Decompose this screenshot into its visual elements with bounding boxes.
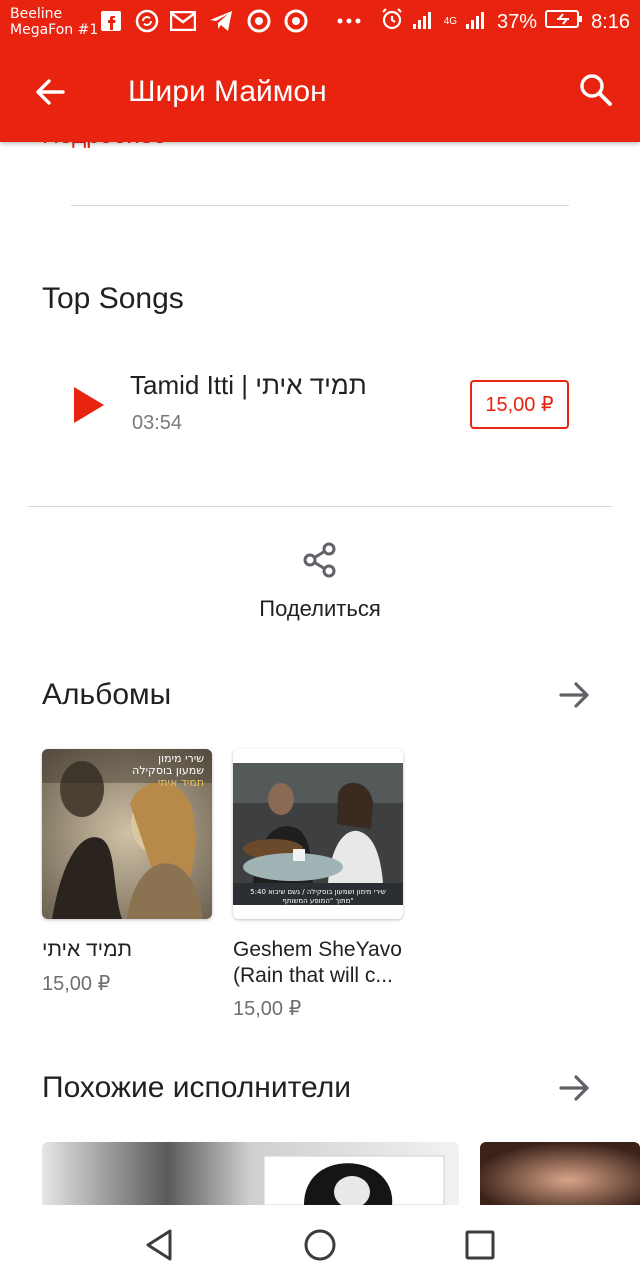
top-songs-heading: Top Songs (42, 282, 184, 315)
similar-artists-heading: Похожие исполнители (42, 1071, 351, 1104)
battery-charging-icon (545, 9, 583, 35)
play-icon[interactable] (72, 385, 106, 425)
album-cover[interactable]: שירי מימון ושמעון בוסקילה / גשם שיבוא 5:… (233, 749, 403, 919)
chrome-icon (283, 8, 309, 34)
song-price-button[interactable]: 15,00 ₽ (470, 380, 569, 429)
network-type: 4G (443, 16, 458, 27)
nav-home-icon[interactable] (300, 1225, 340, 1265)
song-title: Tamid Itti | תמיד איתי (130, 370, 367, 400)
share-label: Поделиться (259, 596, 381, 621)
signal-icon (412, 8, 436, 36)
cover-title: תמיד איתי (157, 776, 204, 789)
album-price: 15,00 ₽ (233, 998, 302, 1020)
search-icon[interactable] (576, 70, 616, 110)
carrier-line-1: Beeline (10, 6, 63, 22)
carrier-info: Beeline MegaFon #1 (10, 6, 98, 38)
song-duration: 03:54 (132, 412, 183, 434)
similar-artists-more-arrow-icon[interactable] (558, 1071, 592, 1105)
arrow-back-icon[interactable] (30, 72, 70, 112)
album-title[interactable]: Geshem SheYavo (Rain that will c... (233, 937, 408, 989)
artist-photo (42, 1142, 459, 1205)
sync-icon (134, 8, 160, 34)
album-cover-text: שירי מימון שמעון בוסקילה תמיד איתי (132, 753, 204, 789)
battery-percent: 37% (497, 10, 538, 33)
albums-more-arrow-icon[interactable] (558, 678, 592, 712)
alarm-icon (380, 7, 404, 37)
signal-icon-2 (465, 8, 489, 36)
more-notifications-icon (336, 8, 362, 34)
divider (71, 205, 569, 206)
cover-caption: שירי מימון ושמעון בוסקילה / גשם שיבוא 5:… (250, 888, 386, 896)
nav-back-icon[interactable] (140, 1225, 180, 1265)
status-bar: Beeline MegaFon #1 4G 37% 8:16 (0, 0, 640, 44)
album-cover[interactable]: שירי מימון שמעון בוסקילה תמיד איתי (42, 749, 212, 919)
system-nav-bar (0, 1205, 640, 1280)
divider (28, 506, 612, 507)
page-title: Шири Маймон (128, 75, 327, 108)
telegram-icon (208, 8, 234, 34)
carrier-line-2: MegaFon #1 (10, 22, 99, 38)
cover-caption-2: מתוך "המופע המשותף" (282, 897, 354, 905)
artist-card[interactable] (42, 1142, 459, 1205)
artist-photo (480, 1142, 640, 1205)
nav-recents-icon[interactable] (460, 1225, 500, 1265)
top-bar: Beeline MegaFon #1 4G 37% 8:16 Шири Майм… (0, 0, 640, 142)
mail-icon (170, 8, 196, 34)
clock: 8:16 (591, 10, 630, 33)
share-icon[interactable] (300, 540, 340, 580)
song-price: 15,00 ₽ (485, 394, 554, 416)
artist-card[interactable] (480, 1142, 640, 1205)
album-title[interactable]: תמיד איתי (42, 937, 132, 963)
app-bar: Шири Маймон (0, 44, 640, 142)
album-cover-text: שירי מימון ושמעון בוסקילה / גשם שיבוא 5:… (237, 888, 399, 906)
facebook-icon (98, 8, 124, 34)
album-price: 15,00 ₽ (42, 973, 111, 995)
status-right: 4G 37% 8:16 (380, 8, 630, 36)
albums-heading: Альбомы (42, 678, 172, 711)
chrome-icon (246, 8, 272, 34)
